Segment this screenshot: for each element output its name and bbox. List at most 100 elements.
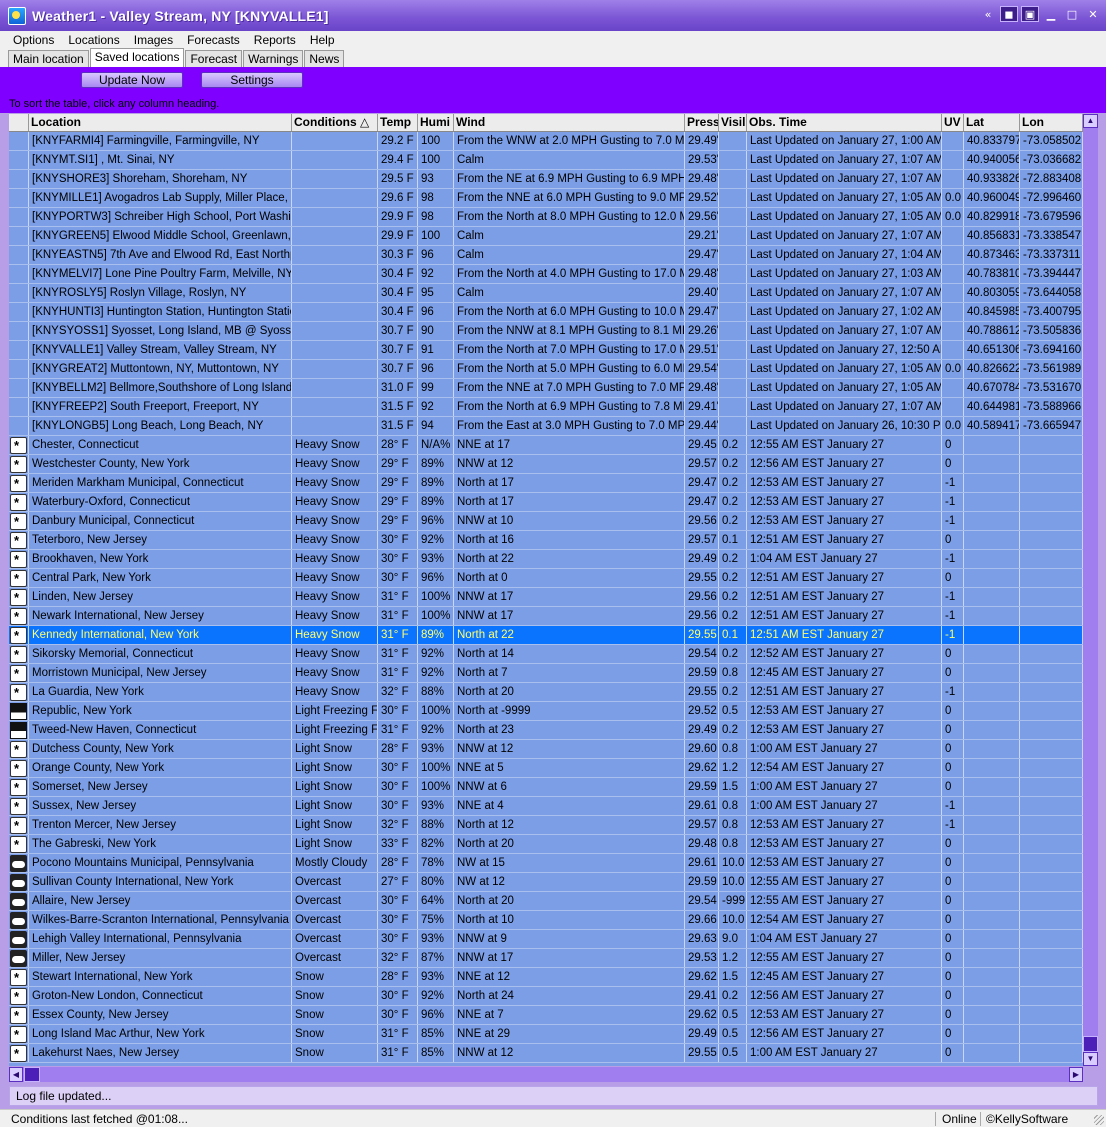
cell-obs-time: 12:56 AM EST January 27 (747, 455, 942, 473)
table-row[interactable]: Stewart International, New YorkSnow28° F… (9, 968, 1083, 987)
resize-grip-icon[interactable] (1094, 1115, 1104, 1125)
column-header-humidity[interactable]: Humi (418, 114, 454, 131)
table-row[interactable]: The Gabreski, New YorkLight Snow33° F82%… (9, 835, 1083, 854)
tray-icon[interactable]: ▣ (1021, 6, 1039, 22)
column-header-obs-time[interactable]: Obs. Time (747, 114, 942, 131)
tab-warnings[interactable]: Warnings (243, 50, 304, 67)
table-row[interactable]: Chester, ConnecticutHeavy Snow28° FN/A%N… (9, 436, 1083, 455)
table-row[interactable]: [KNYVALLE1] Valley Stream, Valley Stream… (9, 341, 1083, 360)
table-row[interactable]: La Guardia, New YorkHeavy Snow32° F88%No… (9, 683, 1083, 702)
cell-wind: North at 14 (454, 645, 685, 663)
menu-reports[interactable]: Reports (247, 33, 303, 47)
close-icon[interactable]: ✕ (1084, 6, 1102, 22)
maximize-icon[interactable]: □ (1063, 6, 1081, 22)
table-row[interactable]: Miller, New Jersey Overcast 32° F 87% NNW at… (9, 949, 1083, 968)
table-row[interactable]: [KNYFARMI4] Farmingville, Farmingville, … (9, 132, 1083, 151)
table-row[interactable]: [KNYGREAT2] Muttontown, NY, Muttontown, … (9, 360, 1083, 379)
table-row[interactable]: [KNYPORTW3] Schreiber High School, Port … (9, 208, 1083, 227)
minimize-icon[interactable]: ▁ (1042, 6, 1060, 22)
table-row[interactable]: [KNYHUNTI3] Huntington Station, Huntingt… (9, 303, 1083, 322)
column-header-uv[interactable]: UV (942, 114, 964, 131)
table-row[interactable]: [KNYSYOSS1] Syosset, Long Island, MB @ S… (9, 322, 1083, 341)
table-row[interactable]: Lakehurst Naes, New JerseySnow31° F85%NN… (9, 1044, 1083, 1063)
column-header-icon[interactable] (9, 114, 29, 131)
table-row[interactable]: Westchester County, New YorkHeavy Snow29… (9, 455, 1083, 474)
scroll-down-icon[interactable]: ▼ (1083, 1052, 1098, 1066)
table-row[interactable]: Pocono Mountains Municipal, Pennsylvania… (9, 854, 1083, 873)
column-header-conditions[interactable]: Conditions △ (292, 114, 378, 131)
column-header-wind[interactable]: Wind (454, 114, 685, 131)
column-header-visibility[interactable]: Visil (719, 114, 747, 131)
table-row[interactable]: Groton-New London, ConnecticutSnow30° F9… (9, 987, 1083, 1006)
snow-icon (10, 683, 27, 701)
tab-news[interactable]: News (304, 50, 345, 67)
snow-icon (10, 436, 27, 454)
menu-options[interactable]: Options (6, 33, 61, 47)
scroll-left-icon[interactable]: ◀ (9, 1067, 23, 1082)
vertical-scroll-thumb[interactable] (1083, 1036, 1098, 1052)
cell-humidity: 100 (418, 151, 454, 169)
table-row[interactable]: [KNYEASTN5] 7th Ave and Elwood Rd, East … (9, 246, 1083, 265)
tab-main-location[interactable]: Main location (8, 50, 89, 67)
table-row[interactable]: [KNYROSLY5] Roslyn Village, Roslyn, NY 30… (9, 284, 1083, 303)
tab-forecast[interactable]: Forecast (185, 50, 243, 67)
table-row[interactable]: Orange County, New YorkLight Snow30° F10… (9, 759, 1083, 778)
table-row[interactable]: Danbury Municipal, ConnecticutHeavy Snow… (9, 512, 1083, 531)
column-header-lon[interactable]: Lon (1020, 114, 1083, 131)
table-row[interactable]: Central Park, New YorkHeavy Snow30° F96%… (9, 569, 1083, 588)
cell-press: 29.59 (685, 873, 719, 891)
update-now-button[interactable]: Update Now (81, 72, 183, 88)
horizontal-scrollbar[interactable]: ◀ ▶ (9, 1067, 1083, 1082)
menu-forecasts[interactable]: Forecasts (180, 33, 247, 47)
table-row-selected[interactable]: Kennedy International, New YorkHeavy Sno… (9, 626, 1083, 645)
table-row[interactable]: Dutchess County, New YorkLight Snow28° F… (9, 740, 1083, 759)
column-header-location[interactable]: Location (29, 114, 292, 131)
column-header-temp[interactable]: Temp (378, 114, 418, 131)
table-row[interactable]: Sussex, New JerseyLight Snow30° F93%NNE … (9, 797, 1083, 816)
table-row[interactable]: Trenton Mercer, New JerseyLight Snow32° … (9, 816, 1083, 835)
menu-help[interactable]: Help (303, 33, 342, 47)
horizontal-scroll-thumb[interactable] (24, 1067, 40, 1082)
tab-saved-locations[interactable]: Saved locations (89, 48, 185, 67)
table-row[interactable]: Teterboro, New JerseyHeavy Snow30° F92%N… (9, 531, 1083, 550)
column-header-lat[interactable]: Lat (964, 114, 1020, 131)
table-row[interactable]: Allaire, New Jersey Overcast 30° F 64% North… (9, 892, 1083, 911)
cell-lat (964, 911, 1020, 929)
table-row[interactable]: Somerset, New JerseyLight Snow30° F100%N… (9, 778, 1083, 797)
menu-locations[interactable]: Locations (61, 33, 126, 47)
table-row[interactable]: Sullivan County International, New York O… (9, 873, 1083, 892)
table-row[interactable]: [KNYMT.SI1] , Mt. Sinai, NY 29.4 F 100 Calm… (9, 151, 1083, 170)
table-row[interactable]: Republic, New York Light Freezing Fo 30° F… (9, 702, 1083, 721)
rollup-icon[interactable]: « (979, 6, 997, 22)
cell-conditions: Light Freezing Fo (292, 702, 378, 720)
table-row[interactable]: [KNYMELVI7] Lone Pine Poultry Farm, Melv… (9, 265, 1083, 284)
column-header-press[interactable]: Press (685, 114, 719, 131)
table-row[interactable]: Lehigh Valley International, Pennsylvani… (9, 930, 1083, 949)
table-row[interactable]: [KNYSHORE3] Shoreham, Shoreham, NY 29.5 F… (9, 170, 1083, 189)
table-row[interactable]: [KNYGREEN5] Elwood Middle School, Greenl… (9, 227, 1083, 246)
scroll-right-icon[interactable]: ▶ (1069, 1067, 1083, 1082)
table-row[interactable]: Meriden Markham Municipal, ConnecticutHe… (9, 474, 1083, 493)
table-row[interactable]: Wilkes-Barre-Scranton International, Pen… (9, 911, 1083, 930)
table-row[interactable]: Essex County, New JerseySnow30° F96%NNE … (9, 1006, 1083, 1025)
settings-button[interactable]: Settings (201, 72, 303, 88)
table-row[interactable]: Tweed-New Haven, Connecticut Light Freezi… (9, 721, 1083, 740)
table-row[interactable]: Newark International, New JerseyHeavy Sn… (9, 607, 1083, 626)
menu-images[interactable]: Images (127, 33, 180, 47)
table-row[interactable]: Long Island Mac Arthur, New YorkSnow31° … (9, 1025, 1083, 1044)
table-row[interactable]: [KNYFREEP2] South Freeport, Freeport, NY… (9, 398, 1083, 417)
table-row[interactable]: [KNYMILLE1] Avogadros Lab Supply, Miller… (9, 189, 1083, 208)
table-row[interactable]: Waterbury-Oxford, ConnecticutHeavy Snow2… (9, 493, 1083, 512)
table-row[interactable]: Brookhaven, New YorkHeavy Snow30° F93%No… (9, 550, 1083, 569)
cell-obs-time: Last Updated on January 27, 1:07 AM E (747, 322, 942, 340)
table-row[interactable]: [KNYBELLM2] Bellmore,Southshore of Long … (9, 379, 1083, 398)
table-row[interactable]: Linden, New JerseyHeavy Snow31° F100%NNW… (9, 588, 1083, 607)
table-row[interactable]: [KNYLONGB5] Long Beach, Long Beach, NY 31… (9, 417, 1083, 436)
cell-lat: 40.845985 (964, 303, 1020, 321)
table-row[interactable]: Sikorsky Memorial, ConnecticutHeavy Snow… (9, 645, 1083, 664)
scroll-up-icon[interactable]: ▲ (1083, 114, 1098, 128)
pin-icon[interactable]: ◼ (1000, 6, 1018, 22)
cell-location: La Guardia, New York (29, 683, 292, 701)
vertical-scrollbar[interactable]: ▲ ▼ (1083, 114, 1098, 1066)
table-row[interactable]: Morristown Municipal, New JerseyHeavy Sn… (9, 664, 1083, 683)
